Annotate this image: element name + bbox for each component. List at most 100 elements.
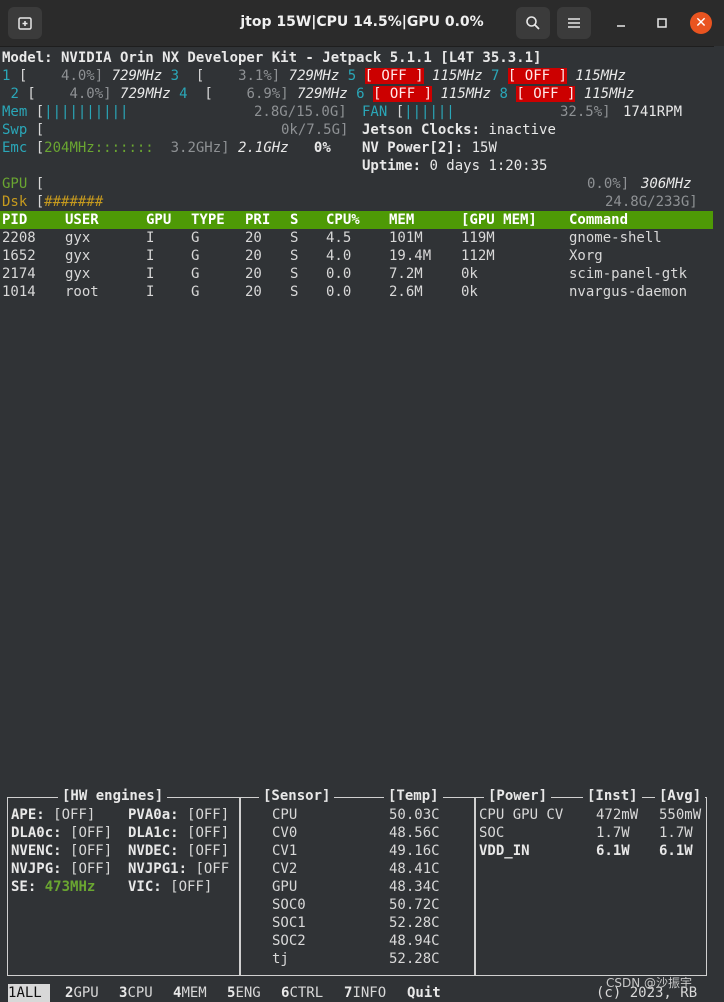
power-rail: CPU GPU CV: [479, 807, 564, 823]
cpu-usage: 6.9%]: [246, 86, 289, 102]
fan-label: FAN: [362, 104, 388, 120]
fan-line: FAN [||||||: [362, 104, 455, 120]
window-titlebar: jtop 15W|CPU 14.5%|GPU 0.0% ✕: [0, 0, 724, 47]
sensor-name: SOC2: [272, 933, 306, 949]
sensor-name: CV2: [272, 861, 298, 877]
mem-line: Mem [||||||||||: [2, 104, 129, 120]
col-state[interactable]: S: [290, 211, 298, 229]
cpu-id: 1: [2, 68, 11, 84]
nv-power-label: NV Power[2]:: [362, 140, 464, 156]
sensor-temp: 50.72C: [389, 897, 440, 913]
tab-info[interactable]: 7INFO: [344, 984, 386, 1002]
hw-engine-row: NVENC: [OFF]: [11, 843, 113, 859]
dsk-line: Dsk [#######: [2, 194, 104, 210]
sensor-name: SOC1: [272, 915, 306, 931]
minimize-icon: [617, 25, 625, 27]
fan-rpm: 1741RPM: [623, 104, 683, 120]
maximize-icon: [657, 18, 667, 28]
tab-eng[interactable]: 5ENG: [227, 984, 261, 1002]
emc-max: 3.2GHz]: [170, 140, 230, 156]
sensor-title: [Sensor]: [259, 788, 335, 804]
fan-bar: ||||||: [404, 104, 455, 120]
search-button[interactable]: [516, 7, 550, 39]
minimize-button[interactable]: [611, 13, 631, 33]
fan-pct: 32.5%]: [560, 104, 611, 120]
col-user[interactable]: USER: [65, 211, 99, 229]
jetson-clocks: Jetson Clocks: inactive: [362, 121, 556, 139]
avg-title: [Avg]: [655, 788, 706, 804]
cpu-id: 8: [499, 86, 508, 102]
cpu-freq: 115MHz: [575, 68, 626, 84]
hw-engine-row: NVDEC: [OFF]: [128, 843, 230, 859]
gpu-label: GPU: [2, 176, 28, 192]
cpu-id: 6: [356, 86, 365, 102]
sensor-temp: 48.41C: [389, 861, 440, 877]
table-row[interactable]: 2174 gyx I G 20 S 0.0 7.2M 0k scim-panel-gtk: [0, 265, 713, 283]
col-mem[interactable]: MEM: [389, 211, 414, 229]
table-row[interactable]: 1652 gyx I G 20 S 4.0 19.4M 112M Xorg: [0, 247, 713, 265]
maximize-button[interactable]: [652, 13, 672, 33]
cpu-freq: 115MHz: [432, 68, 483, 84]
power-inst: 6.1W: [596, 843, 630, 859]
sensor-temp: 52.28C: [389, 915, 440, 931]
close-icon: ✕: [695, 15, 707, 31]
hw-engine-row: NVJPG: [OFF]: [11, 861, 113, 877]
cpu-usage: 3.1%]: [238, 68, 281, 84]
tab-gpu[interactable]: 2GPU: [65, 984, 99, 1002]
power-title: [Power]: [484, 788, 552, 804]
cpu-freq: 729MHz: [120, 86, 171, 102]
emc-pct: 0%: [313, 140, 331, 156]
gpu-line: GPU [: [2, 176, 45, 192]
sensor-temp: 48.34C: [389, 879, 440, 895]
cpu-id: 5: [347, 68, 357, 84]
close-button[interactable]: ✕: [690, 12, 712, 34]
dsk-value: 24.8G/233G]: [605, 194, 698, 210]
swp-line: Swp [: [2, 122, 45, 138]
emc-bar: 204MHz:::::::: [44, 140, 154, 156]
swp-label: Swp: [2, 122, 28, 138]
cpu-off-badge: [ OFF ]: [516, 86, 576, 102]
temp-title: [Temp]: [384, 788, 443, 804]
hw-engines-title: [HW engines]: [58, 788, 168, 804]
cpu-off-badge: [ OFF ]: [373, 86, 433, 102]
mem-bar: ||||||||||: [44, 104, 129, 120]
sensor-temp: 48.56C: [389, 825, 440, 841]
col-type[interactable]: TYPE: [191, 211, 225, 229]
emc-cur: 2.1GHz: [238, 140, 289, 156]
scrollbar-track[interactable]: [714, 46, 724, 1002]
col-cpu[interactable]: CPU%: [326, 211, 360, 229]
mem-value: 2.8G/15.0G]: [254, 104, 347, 120]
table-row[interactable]: 1014 root I G 20 S 0.0 2.6M 0k nvargus-daemon: [0, 283, 713, 301]
tab-all[interactable]: 1ALL: [8, 984, 51, 1002]
cpu-row-1: 1 [ 4.0%] 729MHz 3 [ 3.1%] 729MHz 5 [ OF…: [2, 68, 626, 84]
power-avg: 1.7W: [659, 825, 693, 841]
emc-line: Emc [204MHz::::::: 3.2GHz] 2.1GHz 0%: [2, 140, 331, 156]
uptime-value: 0 days 1:20:35: [429, 158, 548, 174]
tab-cpu[interactable]: 3CPU: [119, 984, 153, 1002]
power-inst: 472mW: [596, 807, 639, 823]
dsk-bar: #######: [44, 194, 104, 210]
menu-button[interactable]: [557, 7, 591, 39]
col-gpu-mem[interactable]: [GPU MEM]: [461, 211, 537, 229]
tab-ctrl[interactable]: 6CTRL: [281, 984, 323, 1002]
tab-mem[interactable]: 4MEM: [173, 984, 207, 1002]
tab-quit[interactable]: Quit: [407, 984, 441, 1002]
cpu-freq: 115MHz: [440, 86, 492, 102]
sensor-temp: 52.28C: [389, 951, 440, 967]
hw-engine-row: APE: [OFF]: [11, 807, 96, 823]
sensor-name: CV1: [272, 843, 298, 859]
cpu-freq: 729MHz: [288, 68, 340, 84]
cpu-freq: 729MHz: [297, 86, 348, 102]
model-line: Model: NVIDIA Orin NX Developer Kit - Je…: [2, 50, 542, 66]
cpu-id: 7: [491, 68, 500, 84]
col-pri[interactable]: PRI: [245, 211, 270, 229]
col-pid[interactable]: PID: [2, 211, 27, 229]
col-command[interactable]: Command: [569, 211, 628, 229]
process-table-header: PID USER GPU TYPE PRI S CPU% MEM [GPU ME…: [0, 211, 713, 229]
cpu-id: 2: [10, 86, 19, 102]
hamburger-menu-icon: [568, 18, 580, 28]
sensor-temp: 49.16C: [389, 843, 440, 859]
sensor-temp: 48.94C: [389, 933, 440, 949]
col-gpu[interactable]: GPU: [146, 211, 171, 229]
table-row[interactable]: 2208 gyx I G 20 S 4.5 101M 119M gnome-shell: [0, 229, 713, 247]
